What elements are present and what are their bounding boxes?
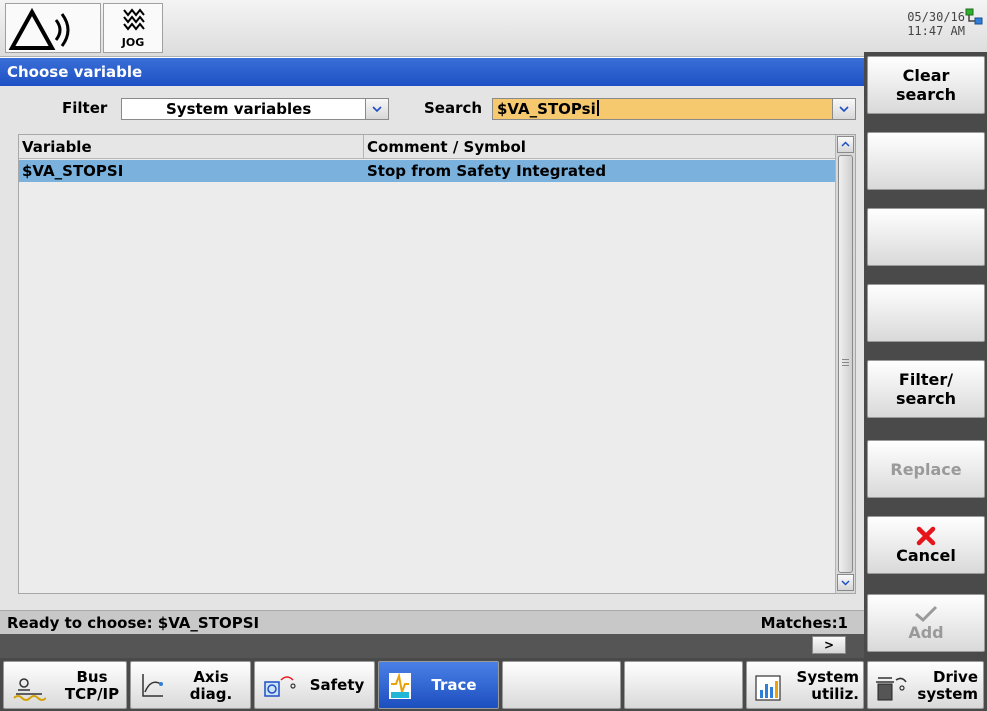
jog-mode-icon	[123, 8, 145, 31]
empty-softkey-4[interactable]	[867, 284, 985, 342]
search-text: $VA_STOPsi	[497, 100, 596, 118]
filter-dropdown-button[interactable]	[365, 98, 389, 120]
variable-table: Variable Comment / Symbol $VA_STOPSI Sto…	[18, 134, 856, 594]
scroll-right-button[interactable]: >	[812, 636, 846, 654]
grip-line	[842, 359, 849, 360]
chevron-down-icon	[839, 106, 849, 113]
vertical-softkey-panel: Clear search Filter/ search Replace Canc…	[864, 52, 987, 658]
trace-button[interactable]: Trace	[378, 661, 499, 709]
horizontal-softkey-bar: Bus TCP/IP Axis diag. Safety Trace Syste…	[0, 658, 987, 711]
chevron-up-icon	[841, 141, 850, 147]
search-dropdown-button[interactable]	[832, 98, 856, 120]
grip-line	[842, 362, 849, 363]
softkey-label: search	[896, 85, 956, 104]
softkey-line: diag.	[189, 685, 233, 703]
choose-variable-dialog: Choose variable Filter System variables …	[0, 58, 864, 658]
alarm-bell-icon	[8, 7, 70, 50]
filter-label: Filter	[62, 99, 108, 117]
red-x-cancel-icon	[916, 526, 936, 545]
softkey-label: Filter/	[898, 370, 954, 389]
header-bar: JOG 05/30/16 11:47 AM	[0, 0, 987, 57]
cell-variable: $VA_STOPSI	[22, 162, 124, 180]
softkey-label: Add	[908, 622, 944, 642]
vertical-scrollbar[interactable]	[835, 135, 855, 593]
chevron-down-icon	[841, 580, 850, 586]
softkey-line: System	[796, 668, 859, 686]
search-value: $VA_STOPsi	[497, 100, 599, 118]
search-input[interactable]: $VA_STOPsi	[492, 98, 856, 120]
operating-mode: JOG	[103, 3, 163, 53]
status-bar: Ready to choose: $VA_STOPSI Matches:1	[0, 610, 864, 634]
softkey-label: System utiliz.	[787, 669, 863, 703]
softkey-label: Clear	[902, 66, 950, 85]
softkey-label: Axis diag.	[183, 669, 239, 703]
softkey-label: Bus TCP/IP	[60, 669, 124, 703]
softkey-line: utiliz.	[811, 685, 859, 703]
softkey-line: Bus	[76, 668, 108, 686]
text-caret	[596, 100, 599, 116]
softkey-label: Drive system	[912, 669, 982, 703]
grip-line	[842, 365, 849, 366]
table-row[interactable]: $VA_STOPSI Stop from Safety Integrated	[19, 160, 835, 182]
bus-tcpip-button[interactable]: Bus TCP/IP	[3, 661, 127, 709]
cancel-button[interactable]: Cancel	[867, 516, 985, 574]
trace-icon	[389, 672, 411, 699]
column-header-comment[interactable]: Comment / Symbol	[367, 138, 526, 156]
softkey-label: Trace	[431, 676, 477, 694]
scroll-up-button[interactable]	[837, 136, 854, 153]
softkey-label: Replace	[890, 459, 962, 479]
bus-network-icon	[13, 678, 46, 701]
filter-dropdown[interactable]: System variables	[121, 98, 389, 120]
axis-diag-icon	[142, 674, 163, 697]
safety-button[interactable]: Safety	[254, 661, 375, 709]
system-utilization-icon	[755, 675, 781, 701]
table-header: Variable Comment / Symbol	[19, 135, 835, 159]
drive-system-icon	[876, 677, 907, 701]
scrollbar-thumb[interactable]	[838, 155, 853, 573]
softkey-line: system	[917, 685, 978, 703]
empty-softkey-3[interactable]	[867, 208, 985, 266]
date-text: 05/30/16	[907, 10, 965, 24]
status-text: Ready to choose: $VA_STOPSI	[7, 614, 260, 632]
horizontal-scroll-area: >	[0, 634, 864, 658]
system-utilization-button[interactable]: System utiliz.	[746, 661, 864, 709]
softkey-label: search	[896, 389, 956, 408]
column-divider	[363, 135, 364, 159]
cell-comment: Stop from Safety Integrated	[367, 162, 607, 180]
scroll-down-button[interactable]	[837, 574, 854, 591]
filter-value: System variables	[166, 100, 312, 118]
softkey-line: TCP/IP	[64, 685, 120, 703]
filter-search-row: Filter System variables Search $VA_STOPs…	[0, 86, 864, 130]
alarm-indicator	[5, 3, 101, 53]
softkey-label: Safety	[309, 676, 365, 694]
chevron-down-icon	[372, 106, 382, 113]
add-button[interactable]: Add	[867, 594, 985, 652]
axis-diag-button[interactable]: Axis diag.	[130, 661, 251, 709]
mode-label: JOG	[121, 36, 145, 49]
column-header-variable[interactable]: Variable	[22, 138, 92, 156]
dialog-title: Choose variable	[0, 58, 864, 86]
safety-icon	[264, 676, 296, 697]
replace-button[interactable]: Replace	[867, 440, 985, 498]
time-text: 11:47 AM	[907, 24, 965, 38]
empty-softkey-5[interactable]	[502, 661, 621, 709]
clear-search-button[interactable]: Clear search	[867, 56, 985, 114]
softkey-line: Axis	[193, 668, 229, 686]
empty-softkey-6[interactable]	[624, 661, 743, 709]
filter-search-button[interactable]: Filter/ search	[867, 360, 985, 418]
softkey-label: Cancel	[896, 545, 956, 565]
network-status-icon	[965, 8, 983, 25]
checkmark-icon	[915, 605, 938, 622]
search-label: Search	[424, 99, 483, 117]
drive-system-button[interactable]: Drive system	[867, 661, 984, 709]
matches-count: Matches:1	[760, 614, 848, 632]
empty-softkey-2[interactable]	[867, 132, 985, 190]
date-time: 05/30/16 11:47 AM	[907, 10, 965, 38]
softkey-line: Drive	[933, 668, 978, 686]
